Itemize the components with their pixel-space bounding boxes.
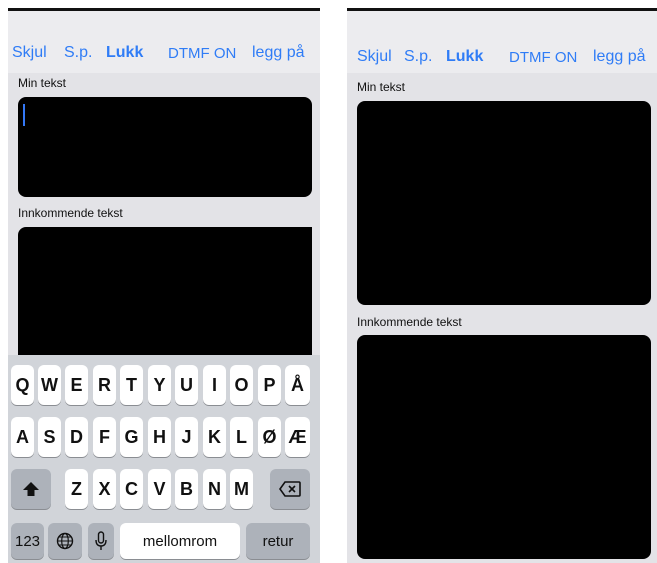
key-y[interactable]: Y [148, 365, 171, 405]
my-text-label: Min tekst [357, 80, 406, 94]
key-g[interactable]: G [120, 417, 143, 457]
key-a[interactable]: A [11, 417, 34, 457]
text-caret [23, 104, 25, 126]
incoming-text-label: Innkommende tekst [18, 206, 123, 220]
dtmf-button[interactable]: DTMF ON [168, 45, 236, 62]
key-m[interactable]: M [230, 469, 253, 509]
key-o[interactable]: O [230, 365, 253, 405]
return-key[interactable]: retur [246, 523, 310, 559]
hangup-button[interactable]: legg på [252, 44, 305, 62]
close-button[interactable]: Lukk [446, 48, 483, 66]
left-screen: Skjul S.p. Lukk DTMF ON legg på Min teks… [8, 8, 320, 563]
keyboard: Q W E R T Y U I O P Å A S D F G H J K L … [8, 355, 320, 563]
key-d[interactable]: D [65, 417, 88, 457]
key-i[interactable]: I [203, 365, 226, 405]
key-r[interactable]: R [93, 365, 116, 405]
key-t[interactable]: T [120, 365, 143, 405]
hide-button[interactable]: Skjul [12, 44, 47, 62]
incoming-text-label: Innkommende tekst [357, 315, 462, 329]
speaker-button[interactable]: S.p. [404, 48, 432, 66]
hide-button[interactable]: Skjul [357, 48, 392, 66]
key-j[interactable]: J [175, 417, 198, 457]
toolbar-bg [8, 11, 320, 73]
key-n[interactable]: N [203, 469, 226, 509]
globe-icon [56, 532, 74, 550]
speaker-button[interactable]: S.p. [64, 44, 92, 62]
key-k[interactable]: K [203, 417, 226, 457]
key-p[interactable]: P [258, 365, 281, 405]
key-oe[interactable]: Ø [258, 417, 281, 457]
microphone-key[interactable] [88, 523, 114, 559]
key-f[interactable]: F [93, 417, 116, 457]
globe-key[interactable] [48, 523, 82, 559]
backspace-icon [279, 481, 301, 497]
my-text-field[interactable] [18, 97, 312, 197]
key-aa[interactable]: Å [285, 365, 310, 405]
hangup-button[interactable]: legg på [593, 48, 646, 66]
key-c[interactable]: C [120, 469, 143, 509]
key-l[interactable]: L [230, 417, 253, 457]
key-ae[interactable]: Æ [285, 417, 310, 457]
my-text-label: Min tekst [18, 76, 67, 90]
key-q[interactable]: Q [11, 365, 34, 405]
space-key[interactable]: mellomrom [120, 523, 240, 559]
key-u[interactable]: U [175, 365, 198, 405]
numbers-key[interactable]: 123 [11, 523, 44, 559]
key-b[interactable]: B [175, 469, 198, 509]
incoming-text-field [357, 335, 651, 559]
shift-key[interactable] [11, 469, 51, 509]
microphone-icon [95, 531, 107, 550]
key-x[interactable]: X [93, 469, 116, 509]
key-v[interactable]: V [148, 469, 171, 509]
dtmf-button[interactable]: DTMF ON [509, 49, 577, 66]
key-w[interactable]: W [38, 365, 61, 405]
backspace-key[interactable] [270, 469, 310, 509]
incoming-text-field [18, 227, 312, 355]
key-s[interactable]: S [38, 417, 61, 457]
key-z[interactable]: Z [65, 469, 88, 509]
right-screen: Skjul S.p. Lukk DTMF ON legg på Min teks… [347, 8, 657, 563]
shift-icon [23, 482, 39, 496]
key-e[interactable]: E [65, 365, 88, 405]
my-text-field[interactable] [357, 101, 651, 305]
key-h[interactable]: H [148, 417, 171, 457]
close-button[interactable]: Lukk [106, 44, 143, 62]
